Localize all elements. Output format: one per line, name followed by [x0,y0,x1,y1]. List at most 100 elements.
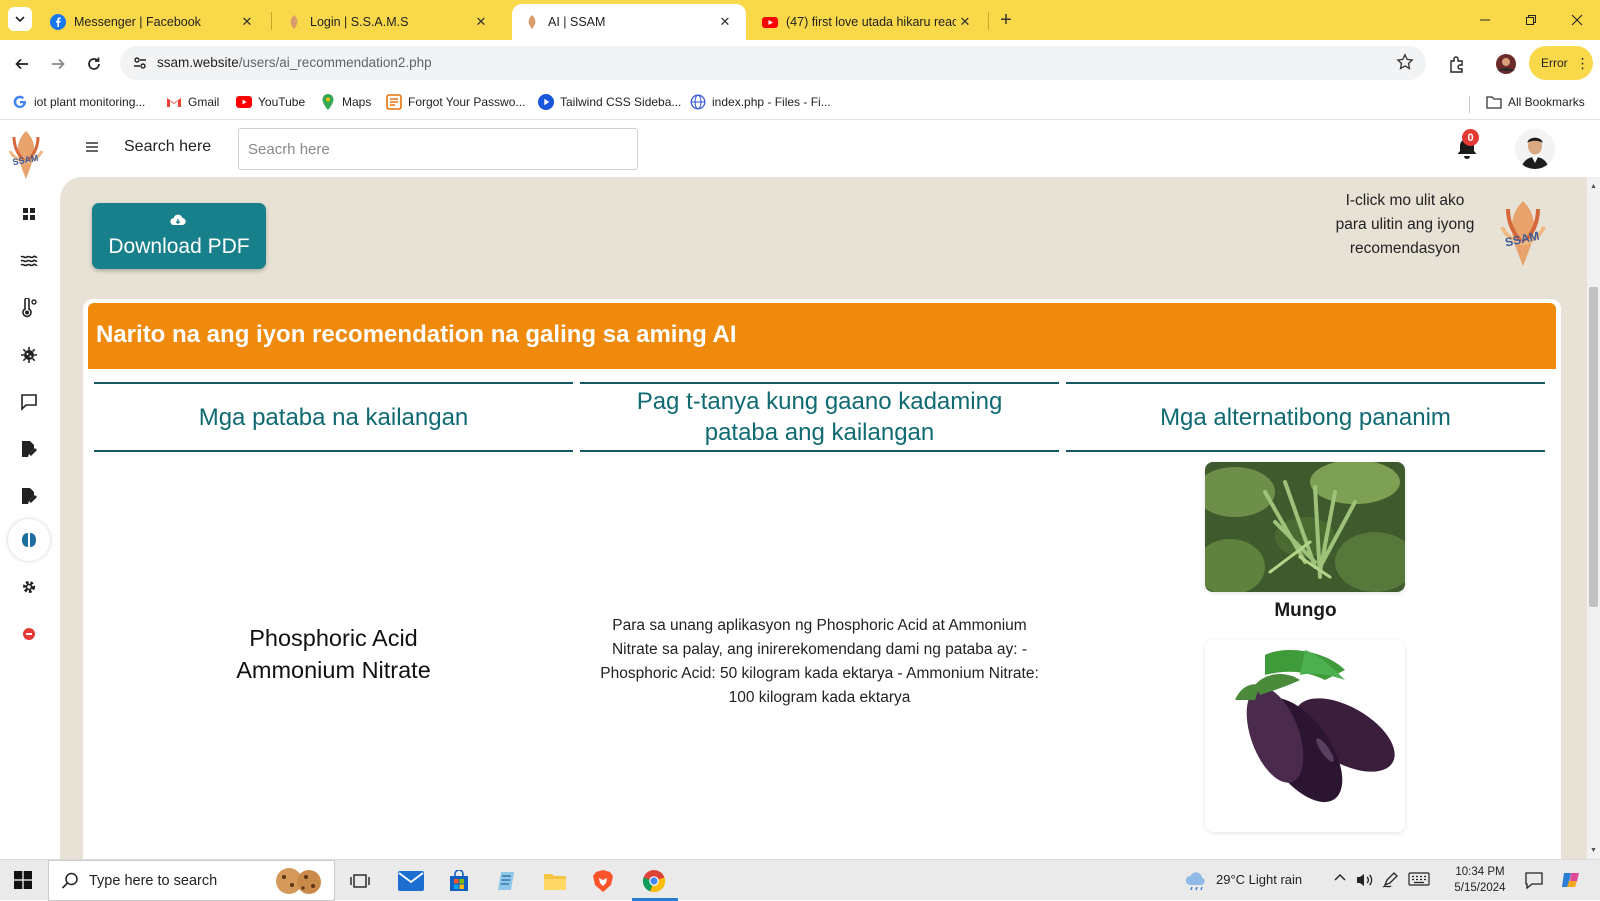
amount-column: Pag t-tanya kung gaano kadaming pataba a… [580,382,1059,859]
bookmark-item[interactable]: Gmail [166,94,219,110]
regenerate-prompt-text[interactable]: I-click mo ulit ako para ulitin ang iyon… [1330,189,1480,261]
back-button[interactable] [8,50,36,78]
weather-text[interactable]: 29°C Light rain [1216,872,1302,887]
forward-button[interactable] [44,50,72,78]
tab-youtube[interactable]: (47) first love utada hikaru react ✕ [750,4,986,40]
store-icon [450,870,468,891]
thermometer-icon [22,298,37,318]
menu-dots-icon: ⋮ [1575,54,1590,71]
close-tab-icon[interactable]: ✕ [472,13,490,31]
profile-error-button[interactable]: Error ⋮ [1529,46,1593,80]
chevron-down-icon [15,16,25,22]
puzzle-icon [1450,56,1463,73]
bookmark-item[interactable]: index.php - Files - Fi... [690,94,831,110]
close-window-button[interactable] [1554,0,1600,40]
eggplant-photo [1205,640,1405,832]
bookmark-item[interactable]: Forgot Your Passwo... [386,94,525,110]
sidebar-item-messages[interactable] [17,390,41,414]
taskbar-search[interactable]: Type here to search [48,860,335,901]
scroll-thumb[interactable] [1589,287,1598,607]
scroll-up-icon[interactable]: ▲ [1587,179,1600,193]
bookmark-item[interactable]: YouTube [236,94,305,110]
scroll-down-icon[interactable]: ▼ [1587,843,1600,857]
ssam-ai-logo[interactable]: SSAM [1498,197,1548,269]
dashboard-icon [23,208,35,220]
chrome-app[interactable] [638,865,670,897]
main-content: Download PDF I-click mo ulit ako para ul… [60,177,1587,859]
close-tab-icon[interactable]: ✕ [956,13,974,31]
menu-toggle-button[interactable] [84,139,104,159]
new-tab-button[interactable]: + [994,8,1018,32]
sidebar-item-edit-file[interactable] [17,437,41,461]
search-input[interactable] [238,128,638,170]
star-icon [1396,53,1414,70]
volume-icon[interactable] [1356,872,1374,888]
bookmark-item[interactable]: Maps [320,94,371,110]
sidebar-item-ai[interactable] [17,528,41,552]
tab-title: (47) first love utada hikaru react [786,15,956,29]
page-scrollbar[interactable]: ▲ ▼ [1587,177,1600,859]
pen-icon[interactable] [1382,872,1400,888]
minimize-button[interactable] [1462,0,1508,40]
store-app[interactable] [443,865,475,897]
taskbar-search-placeholder: Type here to search [89,873,218,889]
tab-ai-ssam[interactable]: AI | SSAM ✕ [512,4,746,40]
gear-icon [23,581,35,593]
fertilizer-list: Phosphoric Acid Ammonium Nitrate [94,622,573,686]
bookmark-star-button[interactable] [1396,53,1414,71]
file-explorer-app[interactable] [539,865,571,897]
facebook-icon [50,14,66,30]
close-tab-icon[interactable]: ✕ [716,13,734,31]
clock[interactable]: 10:34 PM 5/15/2024 [1440,864,1520,896]
avatar[interactable] [1515,129,1555,169]
ssam-icon [290,15,298,29]
address-bar[interactable]: ssam.website/users/ai_recommendation2.ph… [120,46,1426,80]
sidebar-item-edit-file-2[interactable] [17,484,41,508]
notepad-app[interactable] [491,865,523,897]
sidebar-item-settings[interactable] [17,575,41,599]
column-header: Pag t-tanya kung gaano kadaming pataba a… [580,382,1059,452]
profile-button[interactable] [1492,50,1520,78]
sidebar-item-water[interactable] [17,249,41,273]
cloud-download-icon [170,214,186,226]
notification-center-icon[interactable] [1524,870,1544,890]
bookmark-label: index.php - Files - Fi... [712,95,831,109]
site-icon [386,94,402,110]
restore-button[interactable] [1508,0,1554,40]
ssam-logo[interactable]: SSAM [6,129,46,181]
column-header: Mga pataba na kailangan [94,382,573,452]
task-view-icon [350,874,370,888]
tab-messenger[interactable]: Messenger | Facebook ✕ [38,4,268,40]
sidebar-item-virus[interactable] [17,343,41,367]
bookmark-label: iot plant monitoring... [34,95,146,109]
close-tab-icon[interactable]: ✕ [238,13,256,31]
site-info-button[interactable] [128,51,152,75]
url-text: ssam.website/users/ai_recommendation2.ph… [157,55,432,70]
url-path: /users/ai_recommendation2.php [238,55,432,70]
sidebar-item-temperature[interactable] [17,296,41,320]
all-bookmarks-button[interactable]: All Bookmarks [1486,94,1585,110]
chrome-icon [642,870,666,893]
water-icon [20,255,38,267]
keyboard-icon[interactable] [1408,872,1430,886]
extensions-button[interactable] [1443,50,1471,78]
bookmark-item[interactable]: iot plant monitoring... [12,94,145,110]
start-button[interactable] [14,871,32,889]
sidebar-item-dashboard[interactable] [17,202,41,226]
reload-button[interactable] [80,50,108,78]
sidebar-item-logout[interactable] [17,622,41,646]
fertilizer-item: Ammonium Nitrate [236,657,431,683]
restore-icon [1526,15,1536,25]
search-icon [61,872,78,889]
copilot-icon[interactable] [1560,869,1582,891]
bookmark-item[interactable]: Tailwind CSS Sideba... [538,94,681,110]
chevron-up-icon[interactable] [1334,872,1346,882]
task-view-button[interactable] [344,865,376,897]
cookies-icon [276,868,321,894]
download-pdf-button[interactable]: Download PDF [92,203,266,269]
bookmark-label: Forgot Your Passwo... [408,95,526,109]
tab-login[interactable]: Login | S.S.A.M.S ✕ [274,4,502,40]
tab-search-button[interactable] [8,7,32,31]
mail-app[interactable] [395,865,427,897]
brave-app[interactable] [587,865,619,897]
